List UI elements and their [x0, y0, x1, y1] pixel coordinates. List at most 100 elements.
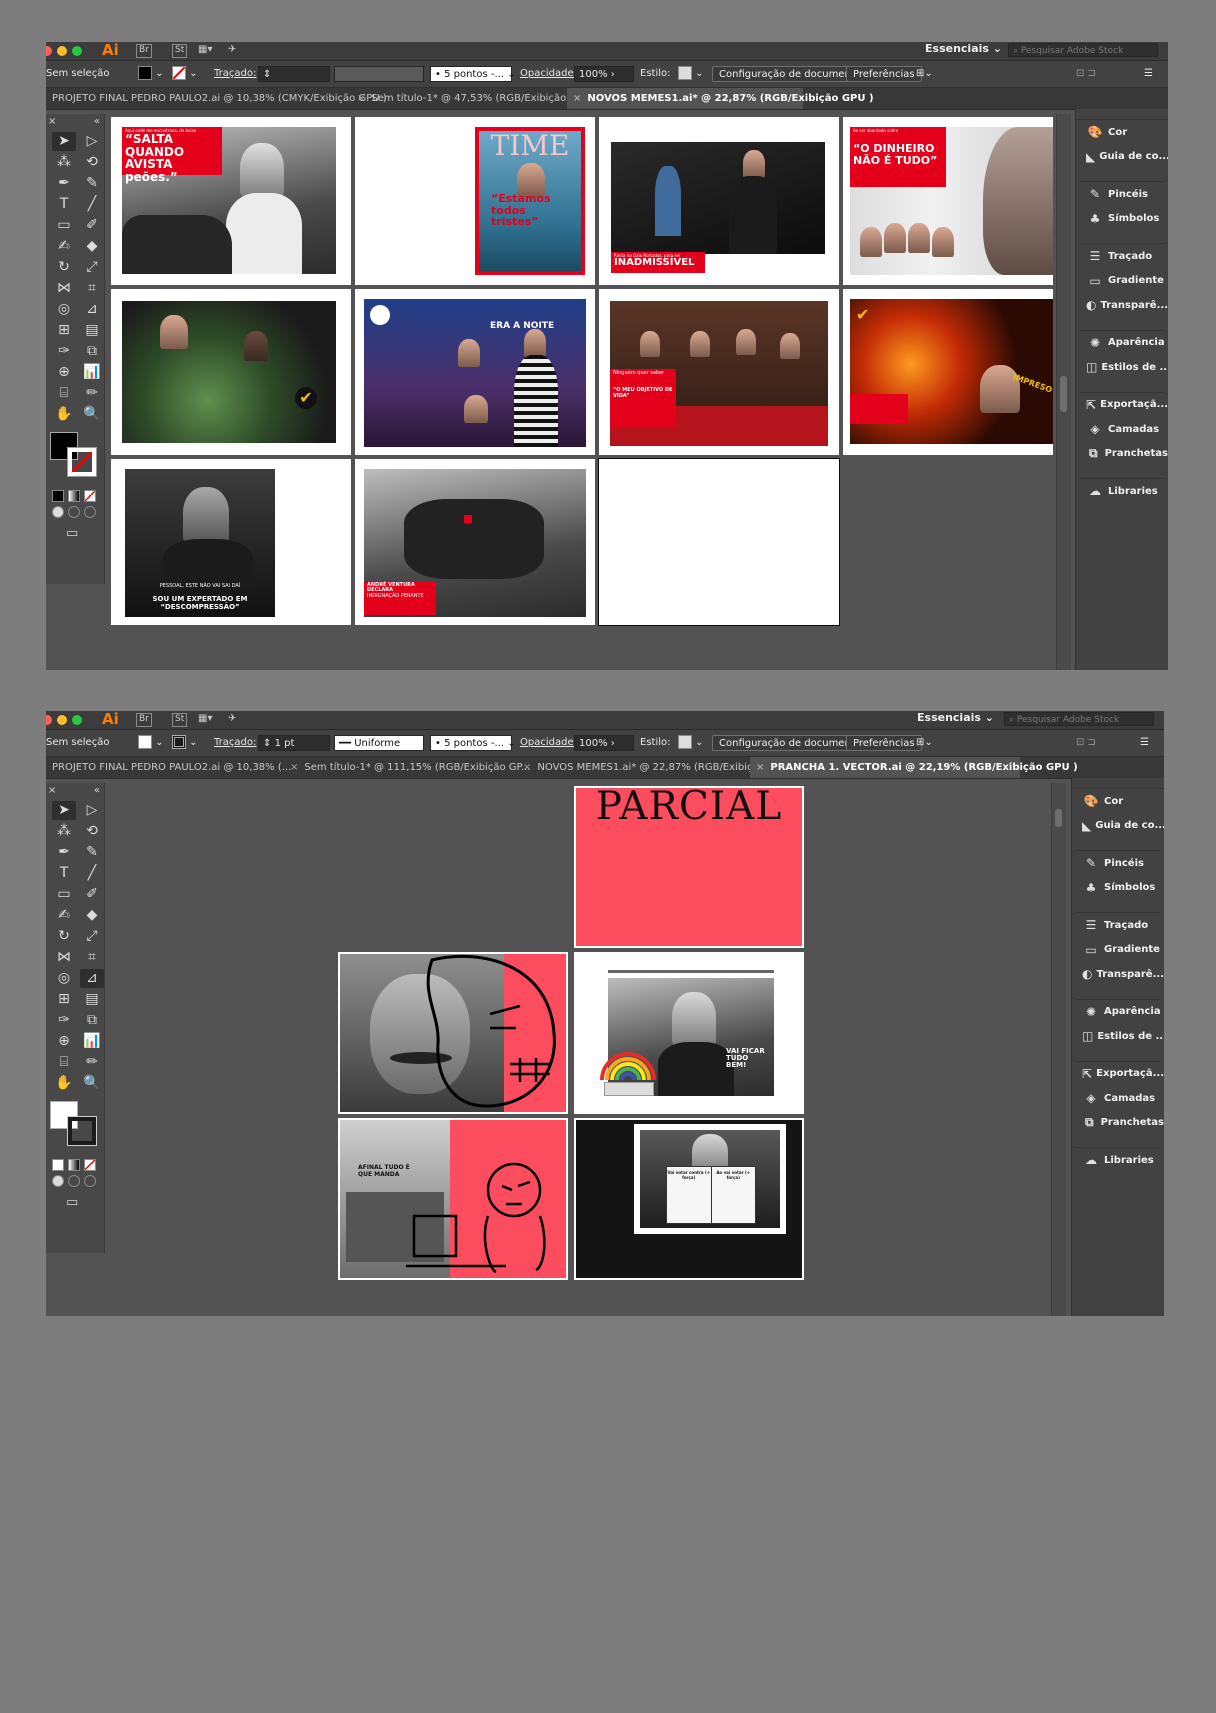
eyedropper-tool-icon[interactable]: ✑: [52, 342, 76, 361]
screen-mode-icon[interactable]: ▭: [66, 526, 104, 541]
close-tab-icon[interactable]: ×: [290, 762, 298, 773]
panel-gradient[interactable]: ▭ Gradiente: [1072, 938, 1164, 963]
panel-export[interactable]: ⇱ Exportaçã...: [1076, 393, 1168, 418]
symbol-sprayer-tool-icon[interactable]: ⊕: [52, 363, 76, 382]
panel-layers[interactable]: ◈ Camadas: [1072, 1086, 1164, 1111]
bridge-icon[interactable]: Br: [136, 713, 152, 727]
panel-graphic-styles[interactable]: ◫ Estilos de ...: [1076, 355, 1168, 380]
color-mode-icon[interactable]: [52, 490, 64, 502]
rectangle-tool-icon[interactable]: ▭: [52, 216, 76, 235]
vertical-scrollbar[interactable]: [1051, 783, 1066, 1316]
draw-inside-icon[interactable]: [84, 506, 96, 518]
slice-tool-icon[interactable]: ✏: [80, 1053, 104, 1072]
close-window-button[interactable]: [46, 46, 52, 56]
stroke-swatch[interactable]: [67, 447, 97, 477]
tab-novos-memes[interactable]: × NOVOS MEMES1.ai* @ 22,87% (RGB/Exibição…: [567, 88, 874, 109]
draw-behind-icon[interactable]: [68, 1175, 80, 1187]
free-transform-tool-icon[interactable]: ⌗: [80, 279, 104, 298]
gpu-performance-icon[interactable]: ✈: [228, 44, 236, 56]
stock-search-input[interactable]: ⌕ Pesquisar Adobe Stock: [1004, 712, 1154, 726]
style-swatch[interactable]: ⌄: [678, 66, 704, 82]
perspective-grid-tool-icon[interactable]: ⊿: [80, 969, 104, 988]
artboard-4[interactable]: Ao ser abordado sobre “O DINHEIRO NÃO É …: [843, 117, 1053, 285]
eraser-tool-icon[interactable]: ◆: [80, 906, 104, 925]
artboard-10[interactable]: ANDRÉ VENTURA DECLARA INDIGNAÇÃO PERANTE: [355, 459, 595, 625]
panel-color-guide[interactable]: ◣ Guia de co...: [1072, 814, 1164, 839]
gradient-tool-icon[interactable]: ▤: [80, 990, 104, 1009]
hand-tool-icon[interactable]: ✋: [52, 1074, 76, 1093]
eraser-tool-icon[interactable]: ◆: [80, 237, 104, 256]
variable-width-profile[interactable]: ━━ Uniforme: [334, 735, 424, 751]
width-tool-icon[interactable]: ⋈: [52, 279, 76, 298]
panel-export[interactable]: ⇱ Exportaçã...: [1072, 1062, 1164, 1087]
stroke-color-swatch[interactable]: ⌄: [172, 735, 198, 751]
workspace-switcher[interactable]: Essenciais ⌄: [925, 42, 1002, 55]
tab-projeto-final[interactable]: PROJETO FINAL PEDRO PAULO2.ai @ 10,38% (…: [46, 757, 291, 778]
artboard-title[interactable]: PARCIAL: [574, 786, 804, 948]
type-tool-icon[interactable]: T: [52, 195, 76, 214]
artboard-3[interactable]: Rinda na Gala Nortadas, para ser INADMIS…: [599, 117, 839, 285]
opacity-label[interactable]: Opacidade:: [520, 735, 577, 751]
close-tab-icon[interactable]: ×: [756, 762, 764, 773]
column-graph-tool-icon[interactable]: 📊: [80, 1032, 104, 1051]
line-tool-icon[interactable]: ╱: [80, 195, 104, 214]
draw-behind-icon[interactable]: [68, 506, 80, 518]
panel-color[interactable]: 🎨 Cor: [1076, 120, 1168, 145]
draw-normal-icon[interactable]: [52, 1175, 64, 1187]
lasso-tool-icon[interactable]: ⟲: [80, 153, 104, 172]
artboard-2[interactable]: TIME “Estamos todos tristes”: [355, 117, 595, 285]
variable-width-profile[interactable]: [334, 66, 424, 82]
close-panel-icon[interactable]: ×: [48, 785, 56, 796]
artboard-5[interactable]: ✔: [111, 289, 351, 455]
panel-gradient[interactable]: ▭ Gradiente: [1076, 269, 1168, 294]
selection-tool-icon[interactable]: ➤: [52, 132, 76, 151]
draw-normal-icon[interactable]: [52, 506, 64, 518]
artboard-1[interactable]: Aqui onde me encontrava, de baixo “SALTA…: [111, 117, 351, 285]
preferences-button[interactable]: Preferências: [846, 66, 922, 82]
artboard-rainbow-meme[interactable]: VAI FICAR TUDO BEM!: [574, 952, 804, 1114]
transform-icon[interactable]: ⊡ ⊐: [1076, 66, 1096, 82]
canvas[interactable]: Aqui onde me encontrava, de baixo “SALTA…: [105, 114, 1056, 670]
zoom-tool-icon[interactable]: 🔍: [80, 405, 104, 424]
close-tab-icon[interactable]: ×: [573, 93, 581, 104]
artboard-tool-icon[interactable]: ⌸: [52, 1053, 76, 1072]
panel-layers[interactable]: ◈ Camadas: [1076, 417, 1168, 442]
minimize-window-button[interactable]: [57, 715, 67, 725]
tab-novos-memes[interactable]: × NOVOS MEMES1.ai* @ 22,87% (RGB/Exibição…: [517, 757, 785, 778]
stroke-label[interactable]: Traçado:: [214, 735, 256, 751]
scroll-thumb[interactable]: [1055, 809, 1062, 827]
panel-appearance[interactable]: ✺ Aparência: [1072, 1000, 1164, 1025]
shape-builder-tool-icon[interactable]: ◎: [52, 969, 76, 988]
brush-definition[interactable]: • 5 pontos -... ⌄: [430, 735, 516, 751]
none-mode-icon[interactable]: [84, 1159, 96, 1171]
panel-brushes[interactable]: ✎ Pincéis: [1076, 182, 1168, 207]
perspective-grid-tool-icon[interactable]: ⊿: [80, 300, 104, 319]
artboard-9[interactable]: PESSOAL, ESTE NÃO VAI SAI DAÍ SOU UM EXP…: [111, 459, 351, 625]
artboard-stalin-meme[interactable]: [338, 952, 568, 1114]
none-mode-icon[interactable]: [84, 490, 96, 502]
panel-graphic-styles[interactable]: ◫ Estilos de ...: [1072, 1024, 1164, 1049]
panel-transparency[interactable]: ◐ Transparê...: [1076, 293, 1168, 318]
panel-libraries[interactable]: ☁ Libraries: [1076, 479, 1168, 504]
rotate-tool-icon[interactable]: ↻: [52, 258, 76, 277]
control-bar-menu-icon[interactable]: ☰: [1140, 735, 1149, 751]
document-setup-button[interactable]: Configuração de documento: [712, 66, 868, 82]
brush-definition[interactable]: • 5 pontos -... ⌄: [430, 66, 516, 82]
magic-wand-tool-icon[interactable]: ⁂: [52, 153, 76, 172]
gradient-mode-icon[interactable]: [68, 1159, 80, 1171]
gradient-tool-icon[interactable]: ▤: [80, 321, 104, 340]
direct-selection-tool-icon[interactable]: ▷: [80, 132, 104, 151]
draw-inside-icon[interactable]: [84, 1175, 96, 1187]
vertical-scrollbar[interactable]: [1056, 114, 1071, 670]
shaper-tool-icon[interactable]: ✍: [52, 237, 76, 256]
blend-tool-icon[interactable]: ⧉: [80, 342, 104, 361]
curvature-tool-icon[interactable]: ✎: [80, 174, 104, 193]
align-options-icon[interactable]: ⊞⌄: [916, 735, 933, 751]
type-tool-icon[interactable]: T: [52, 864, 76, 883]
close-tab-icon[interactable]: ×: [357, 93, 365, 104]
arrange-documents-icon[interactable]: ▦▾: [198, 713, 212, 725]
scale-tool-icon[interactable]: ⤢: [80, 927, 104, 946]
stock-search-input[interactable]: ⌕ Pesquisar Adobe Stock: [1008, 43, 1158, 57]
panel-color[interactable]: 🎨 Cor: [1072, 789, 1164, 814]
slice-tool-icon[interactable]: ✏: [80, 384, 104, 403]
